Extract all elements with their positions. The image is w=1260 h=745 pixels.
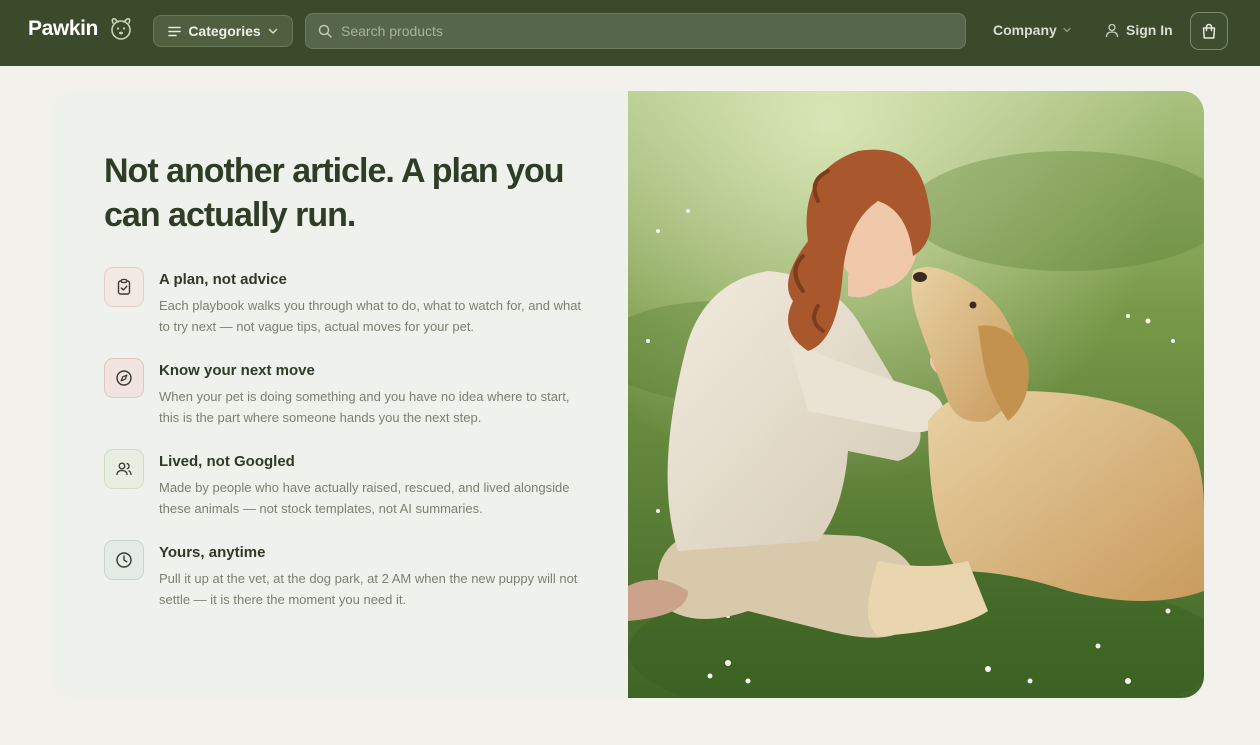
search-bar [305, 13, 966, 49]
user-icon [1105, 23, 1119, 37]
company-label: Company [993, 22, 1057, 38]
page-headline: Not another article. A plan you can actu… [104, 152, 565, 234]
sign-in-label: Sign In [1126, 22, 1173, 38]
company-menu-button[interactable]: Company [993, 22, 1071, 38]
brand-name: Pawkin [28, 17, 98, 40]
categories-label: Categories [188, 23, 261, 39]
feature-description: Pull it up at the vet, at the dog park, … [159, 571, 578, 607]
brand[interactable]: Pawkin [28, 16, 134, 42]
categories-dropdown-button[interactable]: Categories [153, 15, 293, 47]
feature-title: Know your next move [159, 362, 315, 379]
feature-item: A plan, not advice Each playbook walks y… [104, 267, 584, 358]
feature-description: When your pet is doing something and you… [159, 389, 570, 425]
feature-text-panel: Not another article. A plan you can actu… [52, 91, 628, 698]
dog-face-logo-icon [111, 18, 131, 40]
clipboard-check-icon [104, 267, 144, 307]
search-input[interactable] [332, 14, 965, 48]
feature-section: Not another article. A plan you can actu… [52, 91, 1204, 698]
chevron-down-icon [1063, 27, 1071, 33]
chevron-down-icon [268, 28, 277, 34]
feature-title: Lived, not Googled [159, 453, 295, 470]
sign-in-button[interactable]: Sign In [1105, 22, 1173, 38]
clock-icon [104, 540, 144, 580]
feature-title: A plan, not advice [159, 271, 287, 288]
users-icon [104, 449, 144, 489]
feature-item: Yours, anytime Pull it up at the vet, at… [104, 540, 584, 631]
woman-with-golden-retriever-photo [628, 91, 1204, 698]
feature-description: Made by people who have actually raised,… [159, 480, 570, 516]
shopping-bag-icon [1202, 23, 1216, 39]
feature-description: Each playbook walks you through what to … [159, 298, 582, 334]
top-navigation-bar: Pawkin Categories Company [0, 0, 1260, 66]
compass-icon [104, 358, 144, 398]
menu-icon [168, 26, 182, 36]
feature-item: Lived, not Googled Made by people who ha… [104, 449, 584, 540]
cart-button[interactable] [1190, 12, 1228, 50]
feature-title: Yours, anytime [159, 544, 266, 561]
feature-item: Know your next move When your pet is doi… [104, 358, 584, 449]
search-icon [318, 24, 332, 38]
feature-list: A plan, not advice Each playbook walks y… [104, 267, 584, 631]
